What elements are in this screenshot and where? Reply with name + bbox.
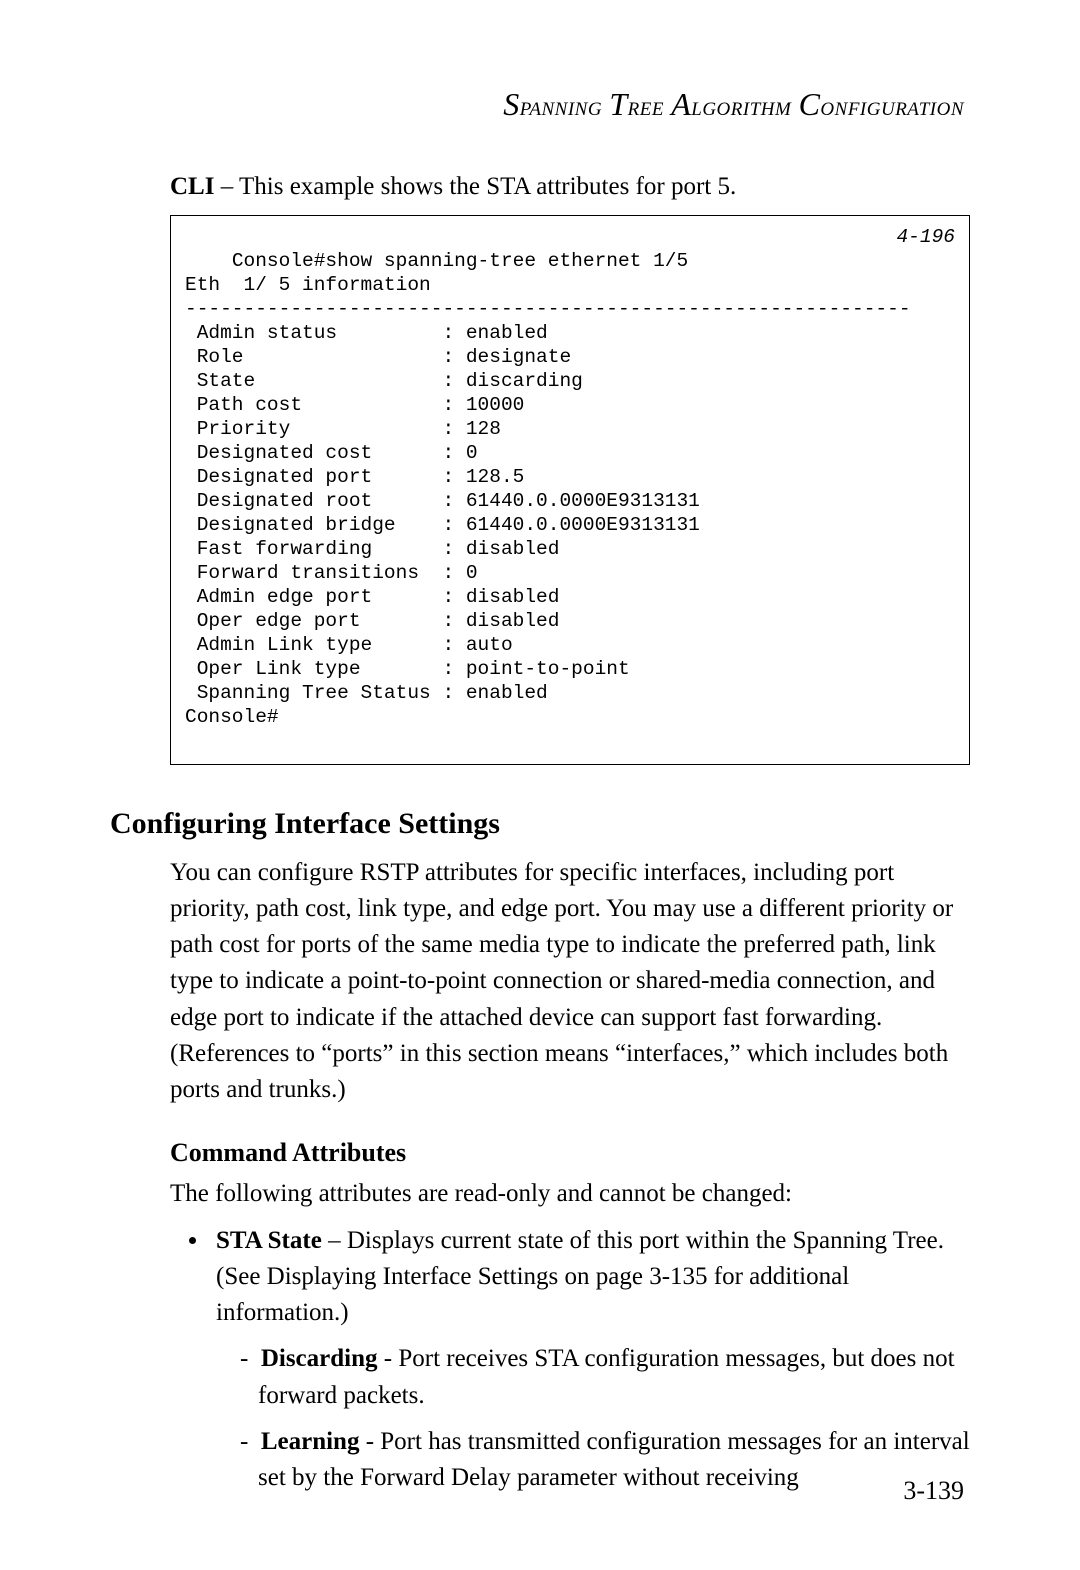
cli-intro: CLI – This example shows the STA attribu… [170, 173, 970, 201]
page-number: 3-139 [903, 1476, 964, 1506]
sub-item-desc: - Port has transmitted configuration mes… [258, 1428, 970, 1491]
sub-list: - Discarding - Port receives STA configu… [222, 1341, 970, 1496]
cli-intro-text: – This example shows the STA attributes … [214, 173, 736, 200]
cli-page-ref: 4-196 [896, 226, 955, 250]
running-header: Spanning Tree Algorithm Configuration [110, 86, 970, 123]
attributes-intro: The following attributes are read-only a… [170, 1176, 970, 1212]
list-item: - Discarding - Port receives STA configu… [240, 1341, 970, 1414]
list-item: STA State – Displays current state of th… [210, 1223, 970, 1497]
page: Spanning Tree Algorithm Configuration CL… [0, 0, 1080, 1570]
attributes-list: STA State – Displays current state of th… [170, 1223, 970, 1497]
item-label: STA State [216, 1227, 322, 1254]
attributes-heading: Command Attributes [170, 1138, 970, 1168]
item-desc: – Displays current state of this port wi… [216, 1227, 944, 1327]
list-item: - Learning - Port has transmitted config… [240, 1424, 970, 1497]
sub-item-label: Learning [261, 1428, 360, 1455]
cli-output-box: 4-196Console#show spanning-tree ethernet… [170, 215, 970, 765]
cli-output-text: Console#show spanning-tree ethernet 1/5 … [185, 250, 911, 728]
section-heading: Configuring Interface Settings [110, 807, 970, 841]
section-paragraph: You can configure RSTP attributes for sp… [170, 855, 970, 1109]
sub-item-label: Discarding [261, 1345, 378, 1372]
cli-intro-label: CLI [170, 173, 214, 200]
